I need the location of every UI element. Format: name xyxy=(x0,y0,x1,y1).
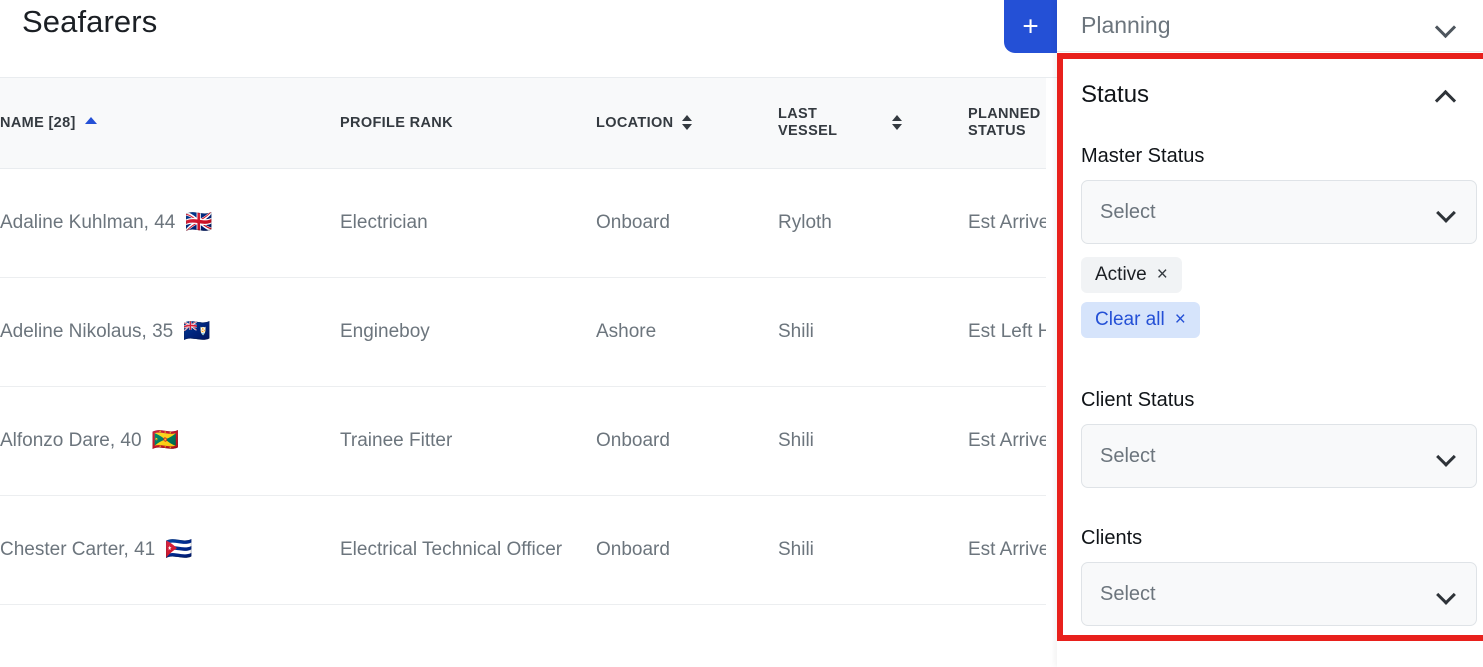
cell-profile-rank: Electrician xyxy=(340,168,596,278)
table-body: Adaline Kuhlman, 44 🇬🇧 Electrician Onboa… xyxy=(0,168,1057,667)
column-header-location[interactable]: LOCATION xyxy=(596,78,778,169)
chevron-down-icon[interactable] xyxy=(1436,16,1456,36)
column-header-name[interactable]: NAME [28] xyxy=(0,78,340,169)
cell-profile-rank xyxy=(340,604,596,667)
cell-planned-status: Est Arrive Home xyxy=(968,386,1057,496)
page-title: Seafarers xyxy=(22,4,158,39)
column-header-profile-rank-label: PROFILE RANK xyxy=(340,114,453,131)
table-vertical-scrollbar-track[interactable] xyxy=(1046,78,1057,667)
cell-last-vessel: Ryloth xyxy=(778,168,968,278)
client-status-placeholder: Select xyxy=(1100,444,1156,467)
accordion-planning-title: Planning xyxy=(1081,12,1171,38)
accordion-status-highlighted: Status Master Status Select Active × Cle… xyxy=(1057,53,1483,641)
profile-rank-text: Electrical Technical Officer xyxy=(340,538,563,560)
table-row[interactable]: Adeline Nikolaus, 35 🇦🇮 Engineboy Ashore… xyxy=(0,277,1057,387)
field-clients: Clients Select xyxy=(1081,527,1477,626)
table-row[interactable]: Alfonzo Dare, 40 🇬🇩 Trainee Fitter Onboa… xyxy=(0,386,1057,496)
cell-location: Onboard xyxy=(596,168,778,278)
column-header-last-vessel-label: LAST VESSEL xyxy=(778,105,838,139)
cell-name: Adeline Nikolaus, 35 🇦🇮 xyxy=(0,277,340,387)
table-header-row: NAME [28] PROFILE RANK LOCATION LAST VES… xyxy=(0,78,1057,169)
column-header-profile-rank[interactable]: PROFILE RANK xyxy=(340,78,596,169)
cell-planned-status: Est Arrive Home xyxy=(968,168,1057,278)
chip-remove-icon[interactable]: × xyxy=(1157,264,1168,286)
cell-planned-status: Est Arrive Home xyxy=(968,495,1057,605)
cell-last-vessel xyxy=(778,604,968,667)
chevron-down-icon[interactable] xyxy=(1438,448,1455,465)
cell-planned-status: Est Left Home xyxy=(968,277,1057,387)
clients-select[interactable]: Select xyxy=(1081,562,1477,626)
seafarer-name: Adaline Kuhlman, 44 xyxy=(0,211,176,233)
field-clients-label: Clients xyxy=(1081,527,1143,549)
accordion-status-title: Status xyxy=(1081,81,1150,108)
cell-location: Onboard xyxy=(596,386,778,496)
chevron-up-icon[interactable] xyxy=(1436,85,1456,105)
accordion-status-header[interactable]: Status xyxy=(1063,59,1477,131)
field-client-status-label: Client Status xyxy=(1081,389,1195,411)
cell-profile-rank: Electrical Technical Officer xyxy=(340,495,596,605)
field-master-status: Master Status Select Active × Clear all … xyxy=(1081,145,1477,347)
table-header: NAME [28] PROFILE RANK LOCATION LAST VES… xyxy=(0,78,1057,169)
flag-united-kingdom-icon: 🇬🇧 xyxy=(185,209,213,235)
planned-status-text: Est Left Home xyxy=(968,320,1057,342)
field-master-status-label: Master Status xyxy=(1081,145,1205,167)
flag-cuba-icon: 🇨🇺 xyxy=(165,536,193,562)
page-header: Seafarers + xyxy=(0,0,1057,78)
cell-profile-rank: Trainee Fitter xyxy=(340,386,596,496)
seafarer-name: Chester Carter, 41 xyxy=(0,538,156,560)
chevron-down-icon[interactable] xyxy=(1438,204,1455,221)
master-status-chips: Active × Clear all × xyxy=(1081,257,1477,347)
chip-active[interactable]: Active × xyxy=(1081,257,1182,293)
cell-last-vessel: Shili xyxy=(778,277,968,387)
field-client-status: Client Status Select xyxy=(1081,389,1477,488)
cell-name: Adaline Kuhlman, 44 🇬🇧 xyxy=(0,168,340,278)
planned-status-text: Est Arrive Home xyxy=(968,429,1057,451)
flag-grenada-icon: 🇬🇩 xyxy=(151,427,179,453)
cell-name: Alfonzo Dare, 40 🇬🇩 xyxy=(0,386,340,496)
column-header-planned-status-label: PLANNED STATUS xyxy=(968,105,1041,139)
chevron-down-icon[interactable] xyxy=(1438,586,1455,603)
column-header-location-label: LOCATION xyxy=(596,114,674,131)
cell-planned-status xyxy=(968,604,1057,667)
seafarer-name: Adeline Nikolaus, 35 xyxy=(0,320,174,342)
clients-placeholder: Select xyxy=(1100,582,1156,605)
seafarers-table: NAME [28] PROFILE RANK LOCATION LAST VES… xyxy=(0,78,1057,667)
sort-both-icon[interactable] xyxy=(682,115,693,131)
planned-status-text: Est Arrive Home xyxy=(968,538,1057,560)
cell-location: Ashore xyxy=(596,277,778,387)
client-status-select[interactable]: Select xyxy=(1081,424,1477,488)
plus-icon: + xyxy=(1022,9,1039,41)
sort-both-icon[interactable] xyxy=(892,115,902,131)
chip-remove-icon[interactable]: × xyxy=(1175,309,1186,331)
seafarers-table-container[interactable]: NAME [28] PROFILE RANK LOCATION LAST VES… xyxy=(0,78,1057,667)
column-header-last-vessel[interactable]: LAST VESSEL xyxy=(778,78,968,169)
cell-name xyxy=(0,604,340,667)
master-status-select[interactable]: Select xyxy=(1081,180,1477,244)
sort-ascending-icon[interactable] xyxy=(84,116,97,124)
chip-clear-all-label: Clear all xyxy=(1095,309,1165,330)
cell-name: Chester Carter, 41 🇨🇺 xyxy=(0,495,340,605)
cell-location xyxy=(596,604,778,667)
cell-profile-rank: Engineboy xyxy=(340,277,596,387)
column-header-planned-status[interactable]: PLANNED STATUS xyxy=(968,78,1057,169)
add-seafarer-button[interactable]: + xyxy=(1004,0,1057,53)
column-header-name-label: NAME [28] xyxy=(0,114,76,131)
chip-clear-all[interactable]: Clear all × xyxy=(1081,302,1200,338)
table-row[interactable]: Adaline Kuhlman, 44 🇬🇧 Electrician Onboa… xyxy=(0,168,1057,278)
filters-panel: Planning Status Master Status Select Act… xyxy=(1057,0,1483,667)
cell-last-vessel: Shili xyxy=(778,495,968,605)
table-row[interactable] xyxy=(0,604,1057,667)
flag-anguilla-icon: 🇦🇮 xyxy=(183,318,211,344)
table-row[interactable]: Chester Carter, 41 🇨🇺 Electrical Technic… xyxy=(0,495,1057,605)
chip-active-label: Active xyxy=(1095,264,1147,285)
seafarer-name: Alfonzo Dare, 40 xyxy=(0,429,142,451)
master-status-placeholder: Select xyxy=(1100,200,1156,223)
cell-last-vessel: Shili xyxy=(778,386,968,496)
planned-status-text: Est Arrive Home xyxy=(968,211,1057,233)
cell-location: Onboard xyxy=(596,495,778,605)
accordion-planning[interactable]: Planning xyxy=(1057,0,1483,52)
